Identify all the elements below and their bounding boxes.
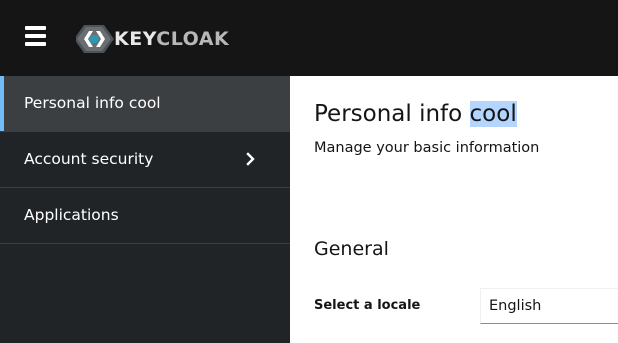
hamburger-menu-icon[interactable] — [25, 26, 46, 46]
keycloak-logo[interactable]: KEYCLOAK — [76, 23, 229, 55]
section-title-general: General — [314, 238, 389, 260]
chevron-right-icon — [246, 152, 255, 166]
sidebar-item-personal-info[interactable]: Personal info cool — [0, 76, 290, 132]
masthead: KEYCLOAK — [0, 0, 618, 76]
sidebar-item-applications[interactable]: Applications — [0, 188, 290, 244]
app-root: KEYCLOAK Personal info cool Account secu… — [0, 0, 618, 343]
page-subtitle: Manage your basic information — [314, 140, 540, 156]
sidebar-item-account-security[interactable]: Account security — [0, 132, 290, 188]
selected-text: cool — [469, 101, 517, 127]
locale-select[interactable]: English — [480, 288, 618, 324]
sidebar-item-label: Applications — [24, 206, 119, 224]
locale-label: Select a locale — [314, 298, 421, 313]
logo-text: KEYCLOAK — [114, 28, 230, 50]
main-content: Personal info cool Manage your basic inf… — [290, 76, 618, 343]
page-title: Personal info cool — [314, 101, 517, 127]
sidebar-item-label: Account security — [24, 150, 154, 168]
sidebar-item-label: Personal info cool — [24, 94, 161, 112]
keycloak-hexagon-icon — [76, 25, 114, 53]
sidebar-nav: Personal info cool Account security Appl… — [0, 76, 290, 343]
